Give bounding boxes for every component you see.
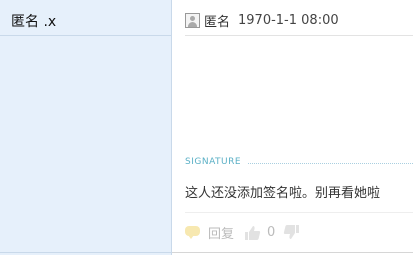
signature-divider <box>185 212 413 213</box>
chat-bubble-icon[interactable] <box>185 225 202 239</box>
signature-text: 这人还没添加签名啦。别再看她啦 <box>185 186 381 201</box>
signature-dotted-divider <box>248 163 413 164</box>
post-header-divider <box>185 35 413 36</box>
sidebar-divider <box>0 35 171 36</box>
author-username[interactable]: 匿名 .x <box>11 11 56 31</box>
post-actions: 回复 0 <box>185 222 306 242</box>
post-author-name[interactable]: 匿名 <box>204 11 230 30</box>
post-timestamp: 1970-1-1 08:00 <box>238 12 339 28</box>
post-bottom-border <box>172 252 413 253</box>
thumbs-down-icon[interactable] <box>283 224 300 241</box>
thumbs-up-icon[interactable] <box>244 224 261 241</box>
reply-button[interactable]: 回复 <box>208 223 234 242</box>
post-meta: 匿名 1970-1-1 08:00 <box>185 11 339 30</box>
signature-label: SIGNATURE <box>185 157 242 167</box>
post-content: 匿名 1970-1-1 08:00 SIGNATURE 这人还没添加签名啦。别再… <box>172 0 413 255</box>
author-sidebar: 匿名 .x <box>0 0 172 255</box>
sidebar-bottom-border <box>0 252 171 253</box>
avatar-placeholder-icon <box>185 12 200 28</box>
like-count: 0 <box>267 224 276 240</box>
